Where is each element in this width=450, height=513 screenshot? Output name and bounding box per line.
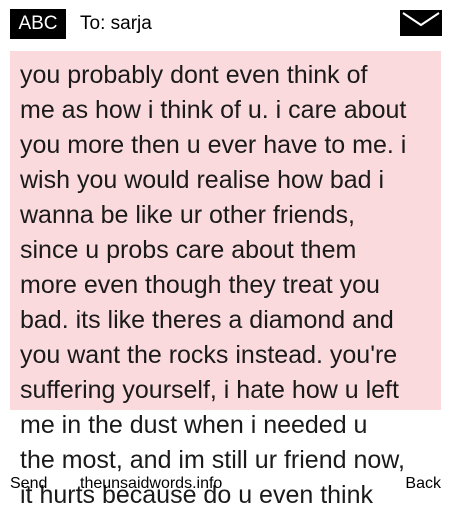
message-body[interactable]: you probably dont even think of me as ho… (20, 58, 436, 513)
send-softkey[interactable]: Send (10, 472, 47, 496)
envelope-icon (400, 10, 442, 36)
header: ABC To: sarja (0, 0, 450, 46)
message-line: you want the rocks instead. you're (20, 341, 398, 369)
message-line: me in the dust when i needed u (20, 411, 368, 439)
softkey-bar: Send theunsaidwords.info Back (0, 472, 450, 496)
recipient-field[interactable]: To: sarja (80, 9, 152, 39)
recipient-name: sarja (110, 13, 152, 34)
message-line: since u probs care about them (20, 236, 357, 264)
back-softkey[interactable]: Back (405, 472, 441, 496)
message-line: wish you would realise how bad i (20, 166, 385, 194)
input-mode-badge[interactable]: ABC (10, 9, 66, 39)
message-line: more even though they treat you (20, 271, 380, 299)
to-label: To: (80, 13, 106, 34)
message-line: me as how i think of u. i care about (20, 96, 407, 124)
message-line: wanna be like ur other friends, (20, 201, 355, 229)
message-line: suffering yourself, i hate how u left (20, 376, 399, 404)
message-line: you more then u ever have to me. i (20, 131, 407, 159)
message-line: you probably dont even think of (20, 61, 368, 89)
message-line: bad. its like theres a diamond and (20, 306, 394, 334)
site-watermark: theunsaidwords.info (80, 475, 223, 492)
